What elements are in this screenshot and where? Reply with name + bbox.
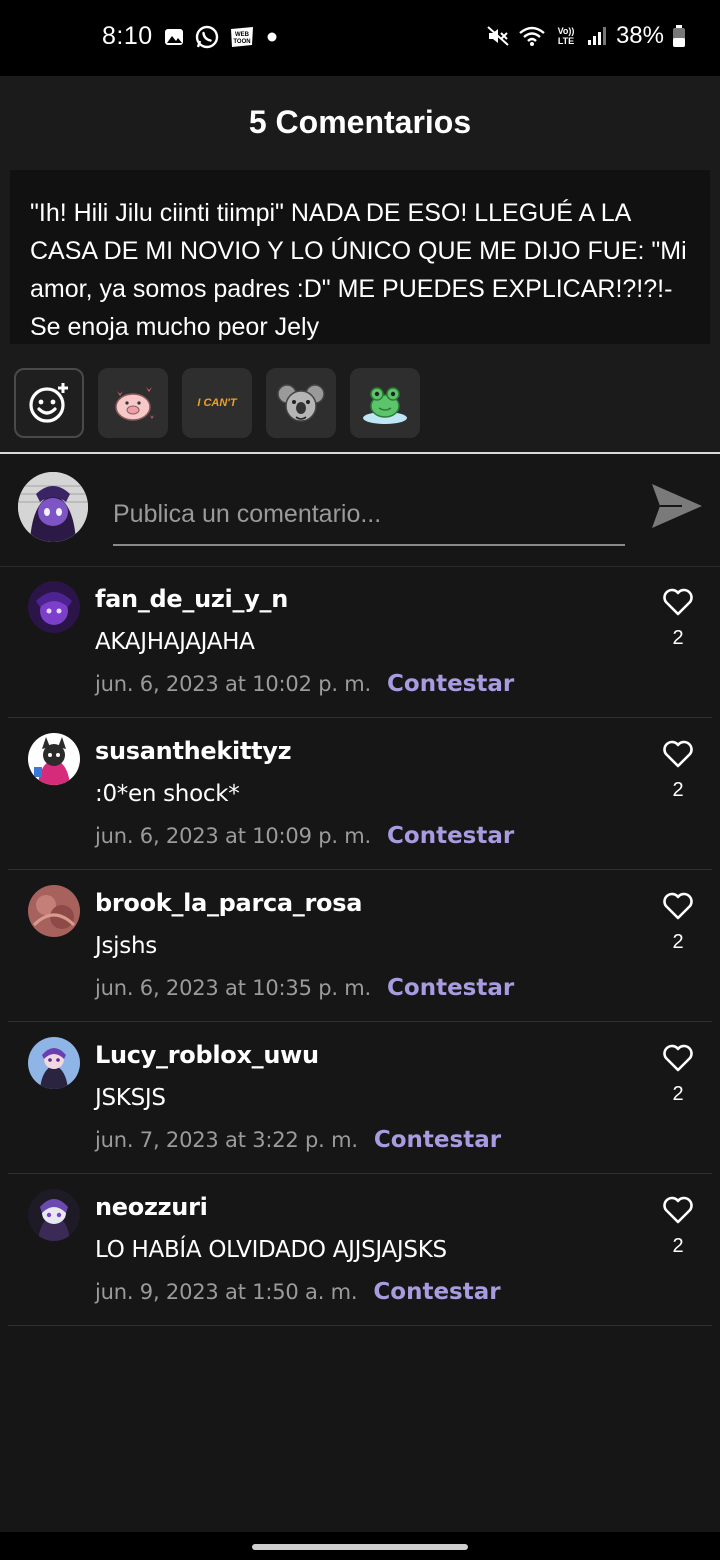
quoted-comment-box: "Ih! Hili Jilu ciinti tiimpi" NADA DE ES…: [10, 170, 710, 344]
battery-level: 38%: [615, 22, 664, 49]
comment-username[interactable]: neozzuri: [95, 1193, 208, 1221]
svg-text:TOON: TOON: [233, 39, 250, 45]
page-title: 5 Comentarios: [248, 103, 472, 140]
status-time: 8:10: [102, 22, 153, 50]
comment-meta: jun. 6, 2023 at 10:02 p. m. Contestar: [95, 671, 514, 697]
comment-date: jun. 6, 2023 at 10:02 p. m.: [95, 672, 372, 696]
comment-item: Lucy_roblox_uwu JSKSJS jun. 7, 2023 at 3…: [8, 1023, 712, 1174]
koala-sticker-button[interactable]: [266, 368, 336, 438]
comment-item: neozzuri LO HABÍA OLVIDADO AJJSJAJSKS ju…: [8, 1175, 712, 1326]
comment-meta: jun. 7, 2023 at 3:22 p. m. Contestar: [95, 1127, 501, 1153]
frog-sticker-icon: [363, 387, 407, 424]
reply-button[interactable]: Contestar: [373, 1279, 500, 1305]
comment-text: JSKSJS: [95, 1085, 166, 1111]
add-emoji-icon: [29, 383, 68, 423]
quoted-comment-text: "Ih! Hili Jilu ciinti tiimpi" NADA DE ES…: [30, 199, 687, 341]
comment-meta: jun. 6, 2023 at 10:35 p. m. Contestar: [95, 975, 514, 1001]
comment-date: jun. 7, 2023 at 3:22 p. m.: [95, 1128, 358, 1152]
comment-item: brook_la_parca_rosa Jsjshs jun. 6, 2023 …: [8, 871, 712, 1022]
whatsapp-icon: [195, 25, 219, 49]
avatar[interactable]: [28, 1037, 80, 1089]
comment-date: jun. 9, 2023 at 1:50 a. m.: [95, 1280, 358, 1304]
sticker-bar: I CAN'T: [0, 354, 720, 454]
quote-section: "Ih! Hili Jilu ciinti tiimpi" NADA DE ES…: [0, 168, 720, 354]
comment-text: Jsjshs: [95, 933, 157, 959]
volte-icon: Vo)) LTE: [554, 24, 578, 48]
comment-meta: jun. 9, 2023 at 1:50 a. m. Contestar: [95, 1279, 501, 1305]
pig-sticker-button[interactable]: [98, 368, 168, 438]
battery-icon: [672, 24, 686, 48]
comment-username[interactable]: susanthekittyz: [95, 737, 292, 765]
avatar[interactable]: [28, 885, 80, 937]
comments-header: 5 Comentarios: [0, 76, 720, 168]
reply-button[interactable]: Contestar: [387, 671, 514, 697]
reply-button[interactable]: Contestar: [387, 823, 514, 849]
comment-date: jun. 6, 2023 at 10:09 p. m.: [95, 824, 372, 848]
i-cant-sticker-label: I CAN'T: [197, 397, 237, 409]
like-count: 2: [672, 779, 684, 801]
comment-text: :0*en shock*: [95, 781, 240, 807]
heart-icon[interactable]: [662, 891, 694, 921]
wifi-icon: [518, 24, 546, 48]
dot-icon: [265, 30, 279, 44]
comment-date: jun. 6, 2023 at 10:35 p. m.: [95, 976, 372, 1000]
heart-icon[interactable]: [662, 739, 694, 769]
like-count: 2: [672, 627, 684, 649]
svg-text:WEB: WEB: [235, 32, 250, 38]
comment-input[interactable]: [113, 484, 625, 546]
svg-text:LTE: LTE: [558, 36, 574, 46]
frog-sticker-button[interactable]: [350, 368, 420, 438]
koala-sticker-icon: [277, 384, 325, 422]
like-count: 2: [672, 1235, 684, 1257]
comment-username[interactable]: Lucy_roblox_uwu: [95, 1041, 319, 1069]
my-avatar: [18, 472, 88, 542]
heart-icon[interactable]: [662, 587, 694, 617]
status-right: Vo)) LTE 38%: [486, 22, 686, 50]
comment-text: LO HABÍA OLVIDADO AJJSJAJSKS: [95, 1237, 447, 1263]
comment-text: AKAJHAJAJAHA: [95, 629, 255, 655]
comment-compose: [0, 454, 720, 567]
home-gesture-handle[interactable]: [252, 1544, 468, 1550]
add-emoji-button[interactable]: [14, 368, 84, 438]
heart-icon[interactable]: [662, 1195, 694, 1225]
comment-item: fan_de_uzi_y_n AKAJHAJAJAHA jun. 6, 2023…: [8, 567, 712, 718]
like-count: 2: [672, 931, 684, 953]
heart-icon[interactable]: [662, 1043, 694, 1073]
reply-button[interactable]: Contestar: [374, 1127, 501, 1153]
reply-button[interactable]: Contestar: [387, 975, 514, 1001]
comment-username[interactable]: brook_la_parca_rosa: [95, 889, 362, 917]
pig-sticker-icon: [115, 387, 154, 421]
comment-username[interactable]: fan_de_uzi_y_n: [95, 585, 288, 613]
avatar[interactable]: [28, 733, 80, 785]
i-cant-sticker-button[interactable]: I CAN'T: [182, 368, 252, 438]
comment-meta: jun. 6, 2023 at 10:09 p. m. Contestar: [95, 823, 514, 849]
gallery-icon: [163, 26, 185, 48]
avatar[interactable]: [28, 581, 80, 633]
like-count: 2: [672, 1083, 684, 1105]
status-bar: 8:10 WEB TOON Vo)) LTE 38%: [0, 0, 720, 76]
webtoon-icon: WEB TOON: [229, 25, 255, 49]
mute-icon: [486, 24, 510, 48]
avatar[interactable]: [28, 1189, 80, 1241]
comment-item: susanthekittyz :0*en shock* jun. 6, 2023…: [8, 719, 712, 870]
send-icon[interactable]: [648, 478, 704, 534]
svg-text:Vo)): Vo)): [558, 26, 575, 36]
status-left: 8:10 WEB TOON: [102, 22, 279, 51]
signal-icon: [586, 25, 608, 47]
